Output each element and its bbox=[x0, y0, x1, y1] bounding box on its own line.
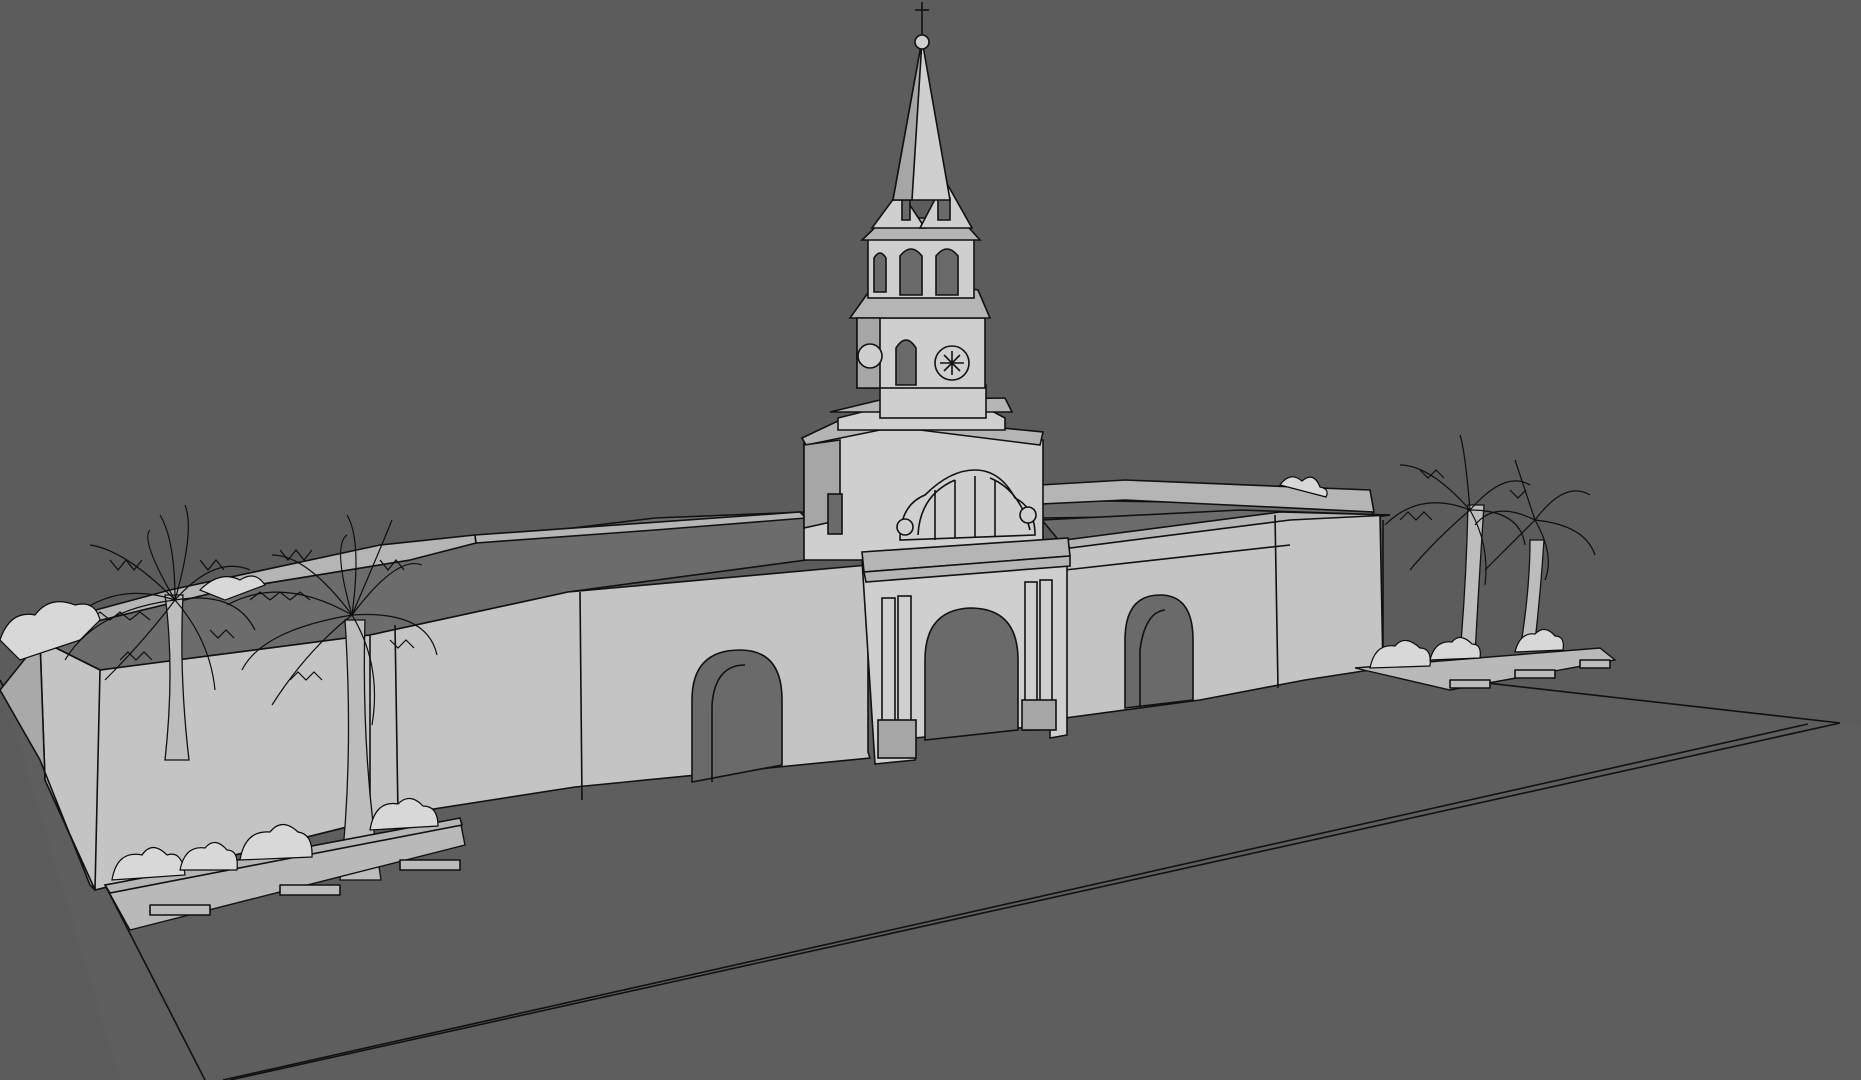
clock-stage-window bbox=[895, 339, 917, 386]
gate-small-window bbox=[827, 493, 843, 535]
arch-center bbox=[924, 607, 1019, 741]
scene-render bbox=[0, 2, 1861, 1080]
arch-left bbox=[691, 649, 783, 783]
3d-viewport[interactable] bbox=[0, 0, 1861, 1080]
tower-lower-box bbox=[879, 384, 987, 419]
clock-face-left bbox=[857, 343, 883, 369]
